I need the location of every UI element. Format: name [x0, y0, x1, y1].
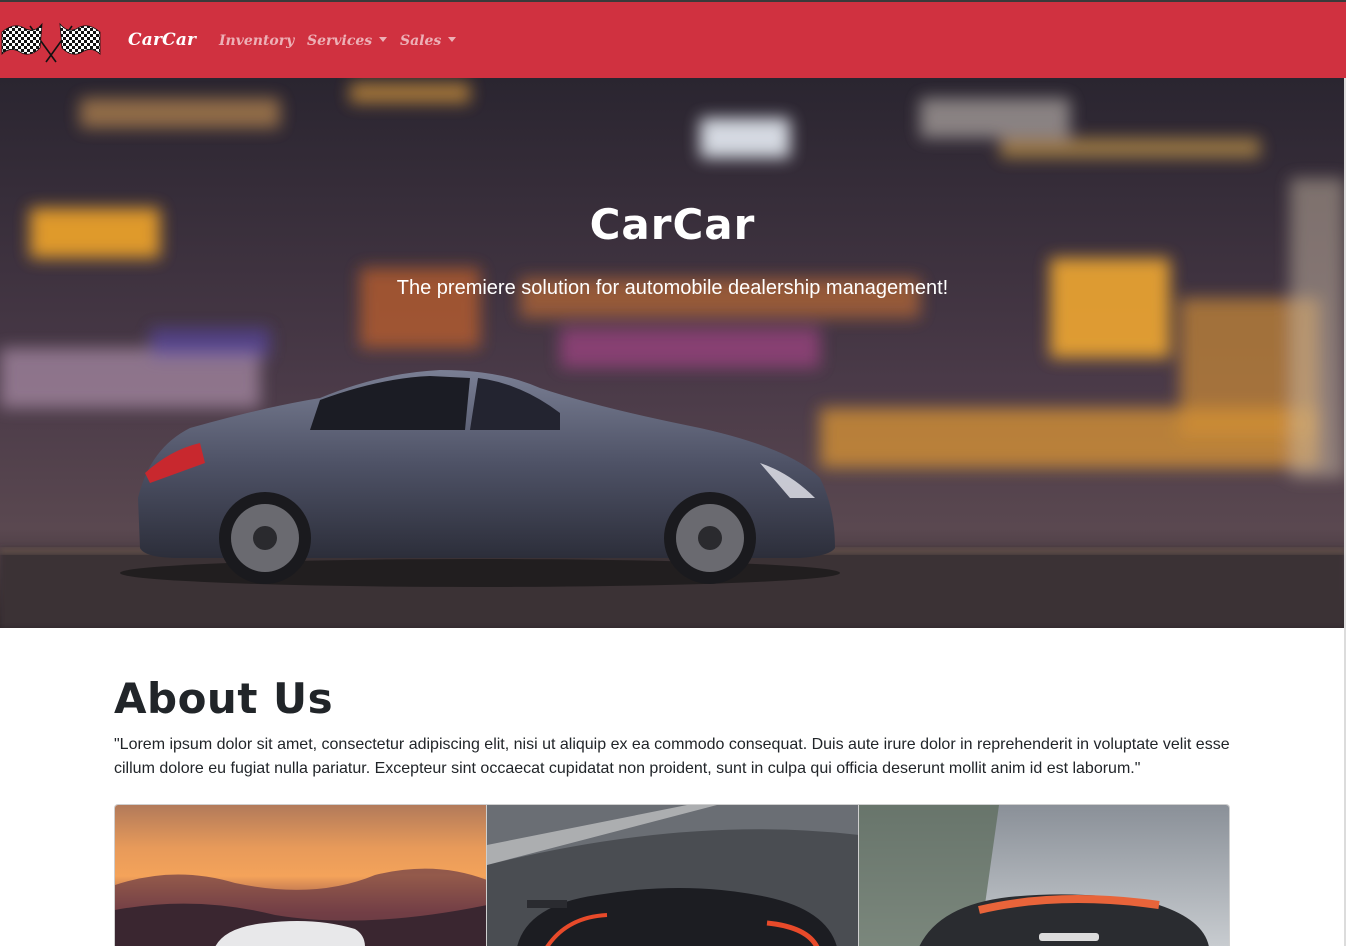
- about-text: "Lorem ipsum dolor sit amet, consectetur…: [114, 736, 1230, 777]
- racing-supercar-photo: [857, 805, 1229, 946]
- sunset-car-photo: [115, 805, 487, 946]
- navbar: CarCar Inventory Services Sales: [0, 2, 1346, 78]
- about-title: About Us: [114, 674, 334, 723]
- caret-down-icon: [379, 37, 388, 42]
- nav-services-dropdown[interactable]: Services: [307, 33, 388, 49]
- nav-sales-dropdown[interactable]: Sales: [400, 33, 457, 49]
- brand-link[interactable]: CarCar: [128, 30, 196, 50]
- caret-down-icon: [448, 37, 457, 42]
- hero-subtitle: The premiere solution for automobile dea…: [396, 277, 949, 299]
- nav-inventory-label: Inventory: [219, 33, 295, 49]
- nav-services-label: Services: [307, 33, 373, 49]
- checkered-flags-icon[interactable]: [0, 16, 102, 64]
- black-supercar-photo: [486, 805, 858, 946]
- hero-banner: CarCar The premiere solution for automob…: [0, 78, 1345, 628]
- nav-sales-label: Sales: [400, 33, 442, 49]
- image-gallery: [114, 804, 1230, 946]
- hero-background-image: [0, 78, 1345, 628]
- hero-title: CarCar: [589, 200, 756, 249]
- nav-inventory[interactable]: Inventory: [219, 33, 294, 49]
